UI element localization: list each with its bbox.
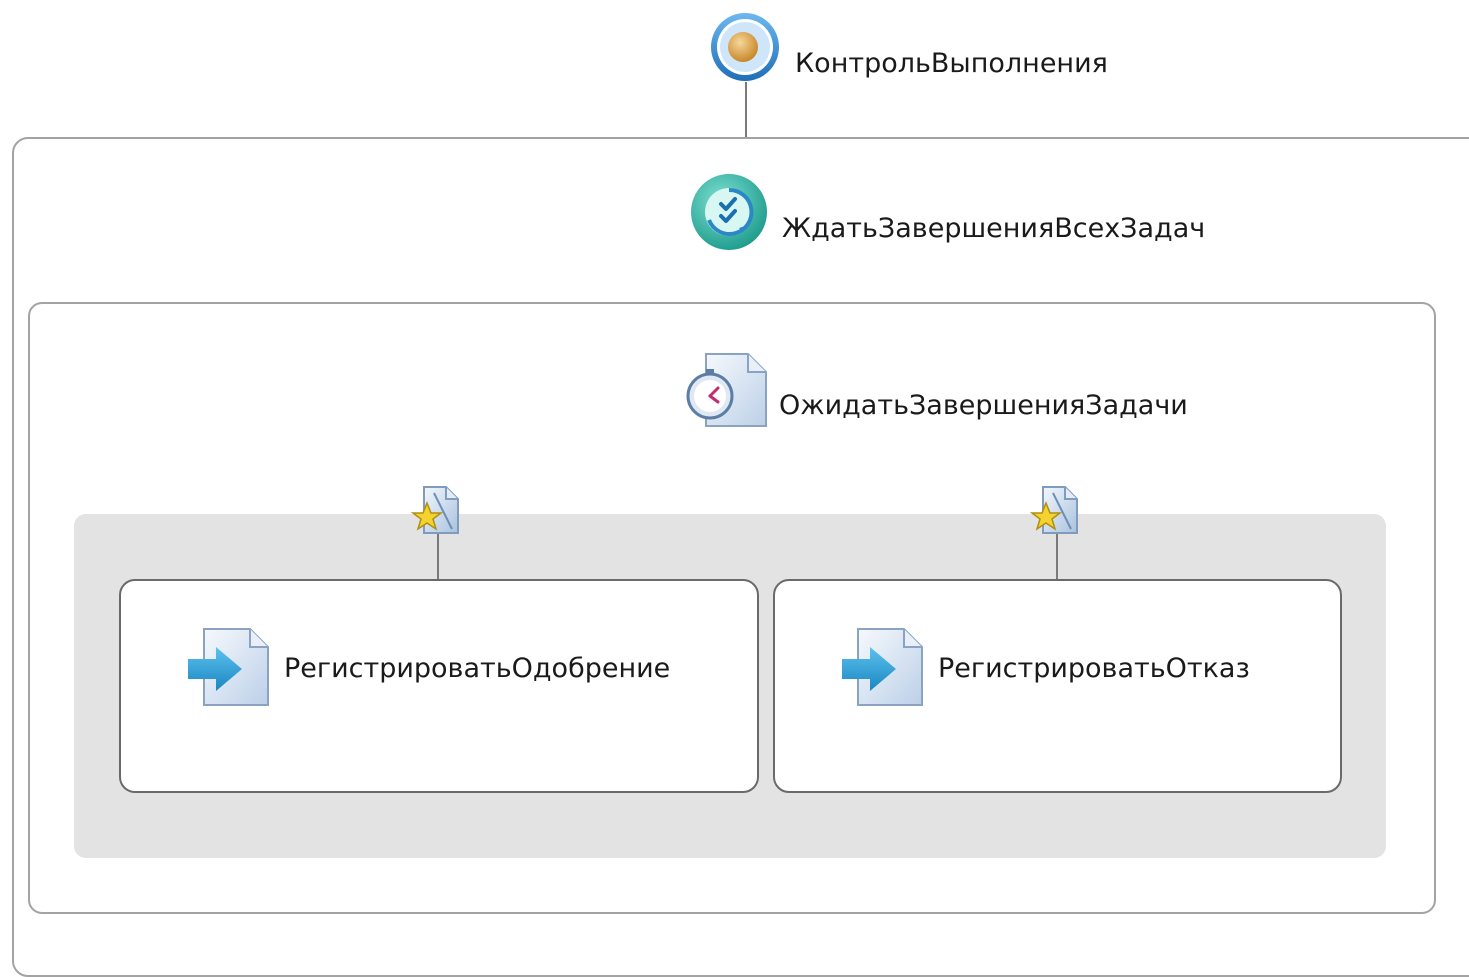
state-circle-icon[interactable] bbox=[708, 10, 782, 84]
approve-activity-label: РегистрироватьОдобрение bbox=[284, 653, 671, 684]
arrow-document-icon[interactable] bbox=[840, 627, 926, 707]
connector-right-event-to-branch bbox=[1056, 534, 1058, 580]
connector-left-event-to-branch bbox=[437, 534, 439, 580]
connector-root-to-sequence bbox=[745, 82, 747, 138]
wait-all-activity-label: ЖдатьЗавершенияВсехЗадач bbox=[782, 213, 1206, 244]
root-activity-label: КонтрольВыполнения bbox=[795, 48, 1108, 79]
arrow-document-icon[interactable] bbox=[186, 627, 272, 707]
event-star-icon[interactable] bbox=[410, 485, 462, 537]
replicator-check-icon[interactable] bbox=[689, 172, 769, 252]
wait-task-activity-label: ОжидатьЗавершенияЗадачи bbox=[779, 390, 1188, 421]
workflow-canvas: КонтрольВыполнения ЖдатьЗавершенияВсехЗа… bbox=[0, 0, 1469, 977]
reject-activity-label: РегистрироватьОтказ bbox=[938, 653, 1250, 684]
event-star-icon[interactable] bbox=[1029, 485, 1081, 537]
stopwatch-document-icon[interactable] bbox=[684, 352, 770, 428]
